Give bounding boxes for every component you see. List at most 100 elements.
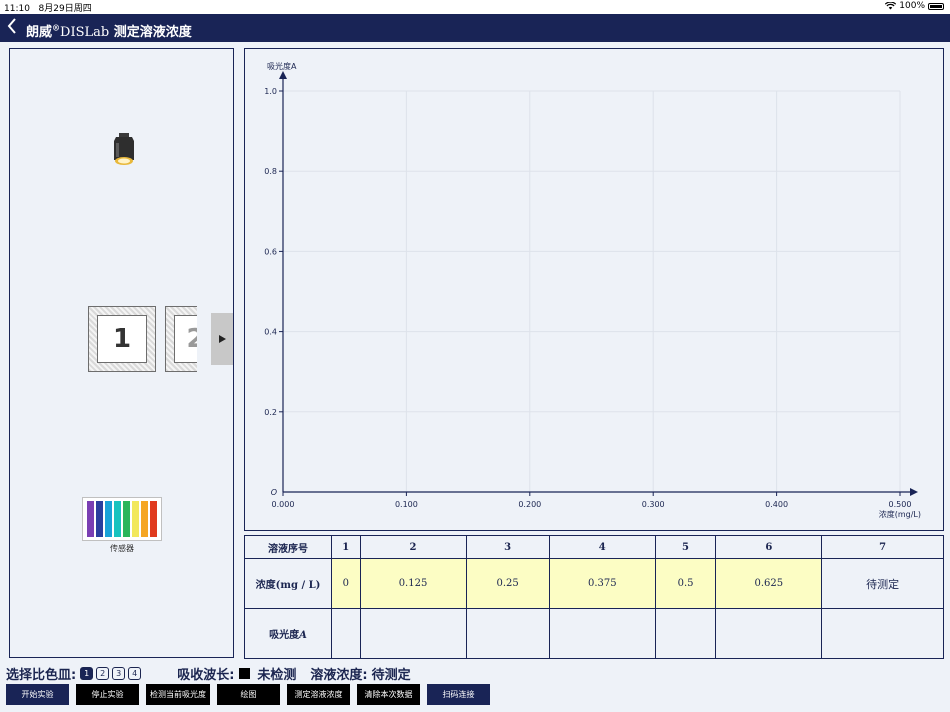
back-button[interactable]: [7, 17, 17, 40]
table-header-row: 溶液序号 1 2 3 4 5 6 7: [244, 535, 944, 559]
light-source-icon: [114, 133, 134, 165]
absorbance-label-text: 吸光度: [269, 630, 300, 641]
table-header-cell: 4: [548, 535, 656, 559]
chart-panel: 0.000 0.100 0.200 0.300 0.400 0.500 0.2 0.4 0.6 0…: [244, 48, 944, 531]
concentration-cell[interactable]: 0.375: [548, 558, 656, 609]
sensor-band: [105, 501, 112, 537]
x-axis-label: 浓度(mg/L): [879, 509, 921, 519]
y-axis-arrow: [279, 71, 287, 79]
y-tick-label: 0.2: [264, 408, 277, 417]
wavelength-color-swatch: [239, 667, 251, 679]
concentration-cell[interactable]: 0.625: [715, 558, 823, 609]
absorbance-row-label: 吸光度A: [244, 608, 332, 659]
cuvette-option-2[interactable]: 2: [96, 666, 110, 680]
stop-experiment-button[interactable]: 停止实验: [76, 684, 139, 705]
concentration-row: 浓度(mg / L) 0 0.125 0.25 0.375 0.5 0.625 …: [244, 558, 944, 609]
page-title: 朗威®DISLab 测定溶液浓度: [26, 21, 192, 40]
concentration-cell[interactable]: 0: [331, 558, 361, 609]
absorbance-cell: [654, 608, 717, 659]
x-tick-label: 0.100: [395, 500, 418, 509]
absorbance-cell: [821, 608, 944, 659]
product-name: DISLab: [60, 25, 110, 40]
sensor-band: [87, 501, 94, 537]
concentration-cell-unknown: 待测定: [821, 558, 944, 609]
y-tick-label: 1.0: [264, 87, 277, 96]
triangle-right-icon: [218, 335, 226, 343]
x-tick-label: 0.400: [765, 500, 788, 509]
y-tick-label: 0.4: [264, 328, 277, 337]
absorbance-cell: [548, 608, 656, 659]
cuvette-selector: 1 2 3 4: [80, 666, 142, 680]
data-table: 溶液序号 1 2 3 4 5 6 7 浓度(mg / L) 0 0.125 0.…: [244, 535, 944, 659]
y-tick-label: 0.6: [264, 247, 277, 256]
cuvette-1[interactable]: 1: [88, 306, 156, 372]
sensor-icon: [82, 497, 162, 541]
battery-percent: 100%: [899, 1, 925, 11]
table-header-cell: 6: [715, 535, 823, 559]
absorbance-cell: [715, 608, 823, 659]
brand-name: 朗威: [26, 25, 53, 40]
y-tick-label: 0.8: [264, 167, 277, 176]
sensor-band: [150, 501, 157, 537]
concentration-result-value: 待测定: [371, 667, 411, 683]
table-header-cell: 1: [331, 535, 361, 559]
start-experiment-button[interactable]: 开始实验: [6, 684, 69, 705]
sensor-band: [132, 501, 139, 537]
cuvette-2[interactable]: 2: [165, 306, 197, 372]
registered-mark: ®: [52, 22, 61, 33]
absorbance-cell: [465, 608, 550, 659]
wavelength-label: 吸收波长:: [177, 667, 235, 683]
detect-absorbance-button[interactable]: 检测当前吸光度: [146, 684, 210, 705]
apparatus-panel: 1 2 传感器: [9, 48, 234, 658]
cuvette-1-label: 1: [97, 315, 147, 363]
origin-label: O: [271, 488, 277, 497]
cuvette-option-3[interactable]: 3: [112, 666, 126, 680]
status-date: 8月29日周四: [38, 4, 92, 14]
sensor-band: [96, 501, 103, 537]
sensor-band: [114, 501, 121, 537]
next-cuvette-button[interactable]: [211, 313, 233, 365]
y-axis-label: 吸光度A: [267, 61, 297, 71]
status-time: 11:10 8月29日周四: [4, 4, 92, 14]
sensor-band: [123, 501, 130, 537]
x-tick-label: 0.500: [889, 500, 912, 509]
absorbance-chart: 0.000 0.100 0.200 0.300 0.400 0.500 0.2 0.4 0.6 0…: [264, 61, 921, 519]
table-header-cell: 7: [821, 535, 944, 559]
table-header-cell: 2: [359, 535, 467, 559]
status-right: 100%: [885, 1, 944, 11]
x-tick-label: 0.300: [642, 500, 665, 509]
concentration-cell[interactable]: 0.5: [654, 558, 717, 609]
status-bar: 11:10 8月29日周四 100%: [0, 0, 950, 14]
cuvette-option-1[interactable]: 1: [80, 666, 94, 680]
cuvette-option-4[interactable]: 4: [128, 666, 142, 680]
sensor-band: [141, 501, 148, 537]
table-header-label: 溶液序号: [244, 535, 332, 559]
select-cuvette-label: 选择比色皿:: [6, 667, 77, 683]
x-axis-arrow: [910, 488, 918, 496]
plot-button[interactable]: 绘图: [217, 684, 280, 705]
scan-connect-button[interactable]: 扫码连接: [427, 684, 490, 705]
concentration-cell[interactable]: 0.125: [359, 558, 467, 609]
absorbance-cell: [331, 608, 361, 659]
table-header-cell: 5: [654, 535, 717, 559]
cuvette-2-label: 2: [174, 315, 197, 363]
chevron-left-icon: [7, 18, 16, 34]
absorbance-label-var: A: [299, 630, 307, 641]
experiment-title: 测定溶液浓度: [113, 25, 192, 40]
clear-data-button[interactable]: 清除本次数据: [357, 684, 420, 705]
sensor-label: 传感器: [110, 544, 134, 553]
wavelength-value: 未检测: [257, 667, 297, 683]
measure-concentration-button[interactable]: 测定溶液浓度: [287, 684, 350, 705]
concentration-row-label: 浓度(mg / L): [244, 558, 332, 609]
concentration-result-label: 溶液浓度:: [310, 667, 368, 683]
table-header-cell: 3: [465, 535, 550, 559]
title-bar: 朗威®DISLab 测定溶液浓度: [0, 14, 950, 42]
info-line: 选择比色皿: 1 2 3 4 吸收波长: 未检测 溶液浓度: 待测定: [6, 664, 411, 683]
x-tick-label: 0.000: [272, 500, 295, 509]
battery-icon: [928, 2, 944, 10]
concentration-cell[interactable]: 0.25: [465, 558, 550, 609]
x-tick-label: 0.200: [518, 500, 541, 509]
wifi-icon: [885, 2, 897, 10]
absorbance-row: 吸光度A: [244, 608, 944, 659]
absorbance-cell: [359, 608, 467, 659]
